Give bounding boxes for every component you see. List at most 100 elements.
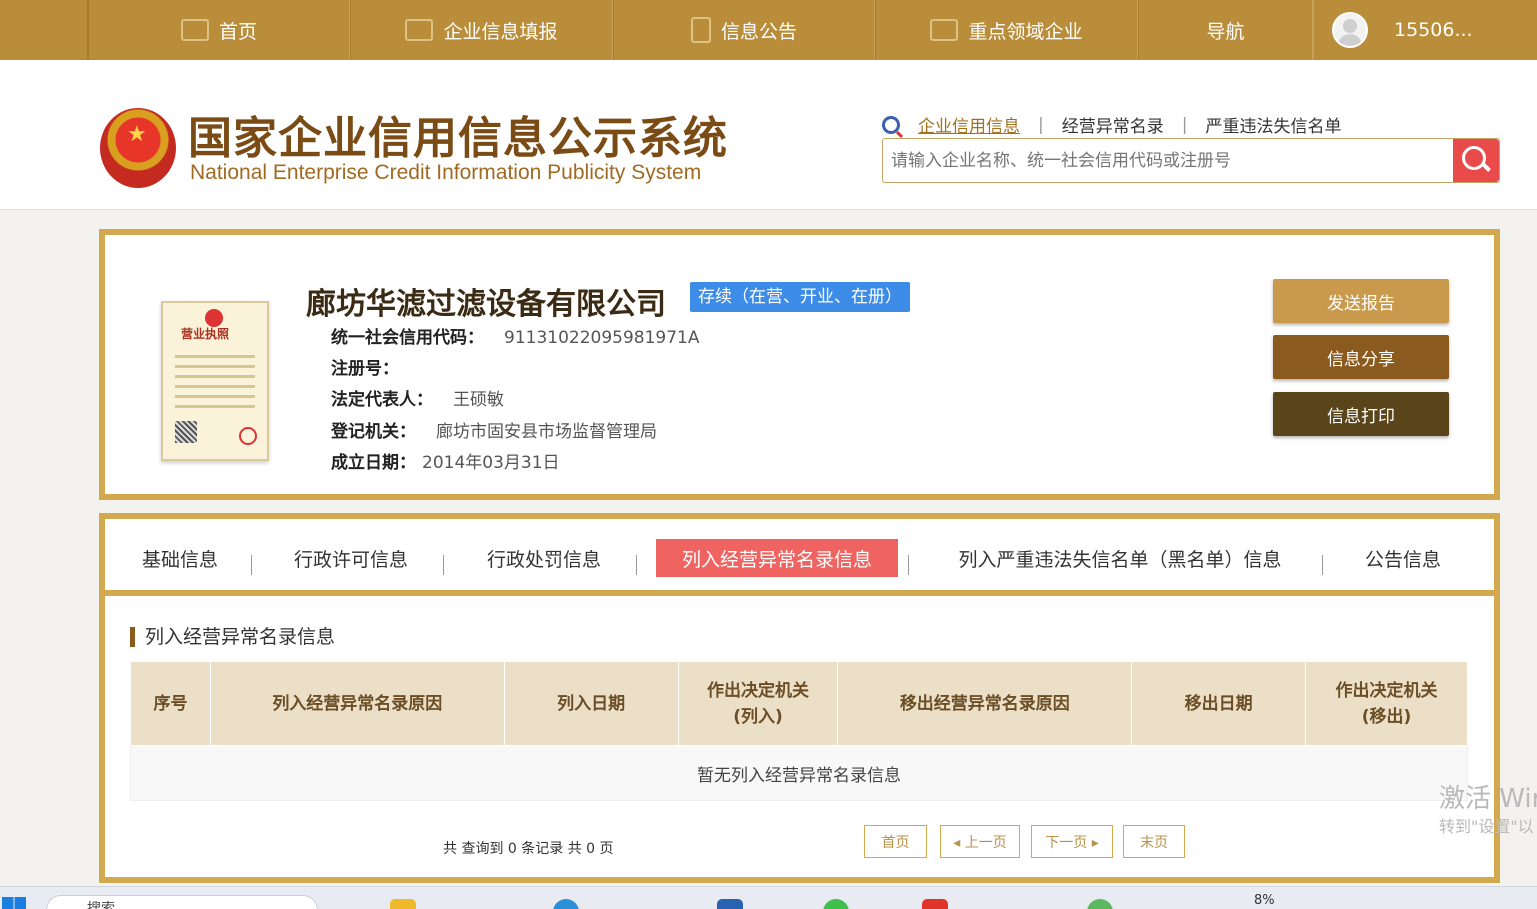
info-row-reg-no: 注册号： bbox=[331, 354, 419, 379]
detail-panel: 基础信息 行政许可信息 行政处罚信息 列入经营异常名录信息 列入严重违法失信名单… bbox=[99, 513, 1500, 883]
national-emblem-icon bbox=[100, 108, 176, 188]
taskbar-search[interactable]: 搜索 bbox=[46, 895, 318, 909]
search-input[interactable] bbox=[891, 147, 1451, 175]
app-icon[interactable] bbox=[922, 899, 948, 909]
tab-divider bbox=[908, 555, 909, 575]
site-subtitle: National Enterprise Credit Information P… bbox=[190, 161, 702, 184]
megaphone-icon bbox=[930, 19, 959, 41]
section-title: 列入经营异常名录信息 bbox=[130, 627, 335, 647]
nav-item-key-enterprises[interactable]: 重点领域企业 bbox=[875, 0, 1138, 60]
nav-item-navigation[interactable]: 导航 bbox=[1138, 0, 1313, 60]
company-name: 廊坊华滤过滤设备有限公司 bbox=[306, 287, 666, 322]
license-text-line bbox=[175, 405, 255, 408]
activation-watermark-hint: 转到"设置"以 bbox=[1439, 817, 1534, 836]
license-text-line bbox=[175, 355, 255, 358]
field-value: 2014年03月31日 bbox=[422, 453, 560, 473]
nav-spacer bbox=[0, 0, 88, 60]
search-link-blacklist[interactable]: 严重违法失信名单 bbox=[1205, 112, 1341, 137]
record-summary: 共 查询到 0 条记录 共 0 页 bbox=[443, 841, 614, 857]
divider: | bbox=[1038, 114, 1044, 135]
site-title: 国家企业信用信息公示系统 bbox=[188, 113, 728, 164]
nav-item-home[interactable]: 首页 bbox=[88, 0, 350, 60]
divider: | bbox=[1181, 114, 1188, 135]
field-label: 统一社会信用代码： bbox=[331, 328, 484, 348]
tab-abnormal-list[interactable]: 列入经营异常名录信息 bbox=[656, 539, 898, 577]
search-button[interactable] bbox=[1453, 139, 1499, 182]
tab-bar: 基础信息 行政许可信息 行政处罚信息 列入经营异常名录信息 列入严重违法失信名单… bbox=[105, 519, 1494, 596]
send-report-button[interactable]: 发送报告 bbox=[1273, 279, 1449, 323]
search-box bbox=[882, 138, 1500, 183]
search-type-links: 企业信用信息 | 经营异常名录 | 严重违法失信名单 bbox=[882, 112, 1341, 137]
document-icon bbox=[690, 17, 711, 43]
field-label: 成立日期： bbox=[331, 453, 416, 473]
status-badge: 存续（在营、开业、在册） bbox=[690, 282, 910, 312]
tab-admin-license[interactable]: 行政许可信息 bbox=[287, 539, 415, 577]
nav-label: 重点领域企业 bbox=[968, 20, 1083, 43]
field-value: 廊坊市固安县市场监督管理局 bbox=[436, 422, 657, 442]
windows-start-icon[interactable] bbox=[2, 897, 26, 909]
top-nav: 首页 企业信息填报 信息公告 重点领域企业 导航 15506... bbox=[0, 0, 1537, 60]
user-menu[interactable]: 15506... bbox=[1313, 0, 1473, 60]
user-phone: 15506... bbox=[1394, 19, 1473, 41]
info-row-legal-rep: 法定代表人： 王硕敏 bbox=[331, 385, 504, 410]
info-row-founded: 成立日期： 2014年03月31日 bbox=[331, 448, 560, 473]
column-header: 列入日期 bbox=[503, 661, 679, 746]
monitor-icon bbox=[180, 19, 209, 41]
search-link-credit-info[interactable]: 企业信用信息 bbox=[918, 112, 1020, 137]
nav-label: 导航 bbox=[1206, 20, 1245, 43]
column-header: 作出决定机关 (移出) bbox=[1305, 661, 1468, 746]
field-label: 登记机关： bbox=[331, 422, 416, 442]
nav-item-enterprise-report[interactable]: 企业信息填报 bbox=[350, 0, 613, 60]
field-label: 法定代表人： bbox=[331, 390, 433, 410]
abnormal-list-table: 序号 列入经营异常名录原因 列入日期 作出决定机关 (列入) 移出经营异常名录原… bbox=[130, 661, 1468, 801]
nav-label: 企业信息填报 bbox=[443, 20, 558, 43]
nav-item-announcements[interactable]: 信息公告 bbox=[613, 0, 875, 60]
site-header: 国家企业信用信息公示系统 National Enterprise Credit … bbox=[0, 60, 1537, 210]
info-row-credit-code: 统一社会信用代码： 91131022095981971A bbox=[331, 323, 700, 348]
pager-last-button[interactable]: 末页 bbox=[1123, 825, 1185, 858]
license-text-line bbox=[175, 375, 255, 378]
column-header: 列入经营异常名录原因 bbox=[209, 661, 505, 746]
seal-icon bbox=[239, 427, 257, 445]
cpu-usage: 8% bbox=[1254, 893, 1275, 908]
license-text-line bbox=[175, 395, 255, 398]
tab-divider bbox=[443, 555, 444, 575]
share-info-button[interactable]: 信息分享 bbox=[1273, 335, 1449, 379]
license-title: 营业执照 bbox=[181, 327, 230, 341]
tab-blacklist[interactable]: 列入严重违法失信名单（黑名单）信息 bbox=[945, 539, 1295, 577]
column-header: 移出日期 bbox=[1131, 661, 1307, 746]
avatar bbox=[1332, 12, 1368, 48]
info-row-authority: 登记机关： 廊坊市固安县市场监督管理局 bbox=[331, 417, 657, 442]
search-link-abnormal-list[interactable]: 经营异常名录 bbox=[1062, 112, 1164, 137]
column-header: 移出经营异常名录原因 bbox=[837, 661, 1133, 746]
folder-icon[interactable] bbox=[390, 899, 416, 909]
business-license-image[interactable]: 营业执照 bbox=[161, 301, 269, 461]
activation-watermark: 激活 Wir bbox=[1439, 784, 1537, 814]
column-header: 作出决定机关 (列入) bbox=[677, 661, 839, 746]
pager-prev-button[interactable]: ◂ 上一页 bbox=[940, 825, 1020, 858]
browser-icon[interactable] bbox=[553, 899, 579, 909]
empty-table-message: 暂无列入经营异常名录信息 bbox=[130, 745, 1468, 801]
print-info-button[interactable]: 信息打印 bbox=[1273, 392, 1449, 436]
tab-divider bbox=[251, 555, 252, 575]
license-text-line bbox=[175, 365, 255, 368]
field-value: 王硕敏 bbox=[453, 390, 504, 410]
company-card: 营业执照 廊坊华滤过滤设备有限公司 存续（在营、开业、在册） 统一社会信用代码：… bbox=[99, 229, 1500, 500]
nav-label: 首页 bbox=[218, 20, 257, 43]
nav-label: 信息公告 bbox=[720, 20, 797, 43]
app-icon[interactable] bbox=[717, 899, 743, 909]
qr-code-icon bbox=[175, 421, 197, 443]
wechat-icon[interactable] bbox=[823, 899, 849, 909]
tab-basic-info[interactable]: 基础信息 bbox=[135, 539, 225, 577]
pager-next-button[interactable]: 下一页 ▸ bbox=[1031, 825, 1113, 858]
tab-divider bbox=[1322, 555, 1323, 575]
column-header: 序号 bbox=[130, 661, 211, 746]
tab-admin-penalty[interactable]: 行政处罚信息 bbox=[480, 539, 608, 577]
tab-divider bbox=[636, 555, 637, 575]
field-label: 注册号： bbox=[331, 359, 399, 379]
taskbar: 搜索 8% bbox=[0, 886, 1537, 909]
pager-first-button[interactable]: 首页 bbox=[864, 825, 927, 858]
browser-icon[interactable] bbox=[1087, 899, 1113, 909]
field-value: 91131022095981971A bbox=[504, 328, 700, 348]
tab-announcements[interactable]: 公告信息 bbox=[1358, 539, 1448, 577]
